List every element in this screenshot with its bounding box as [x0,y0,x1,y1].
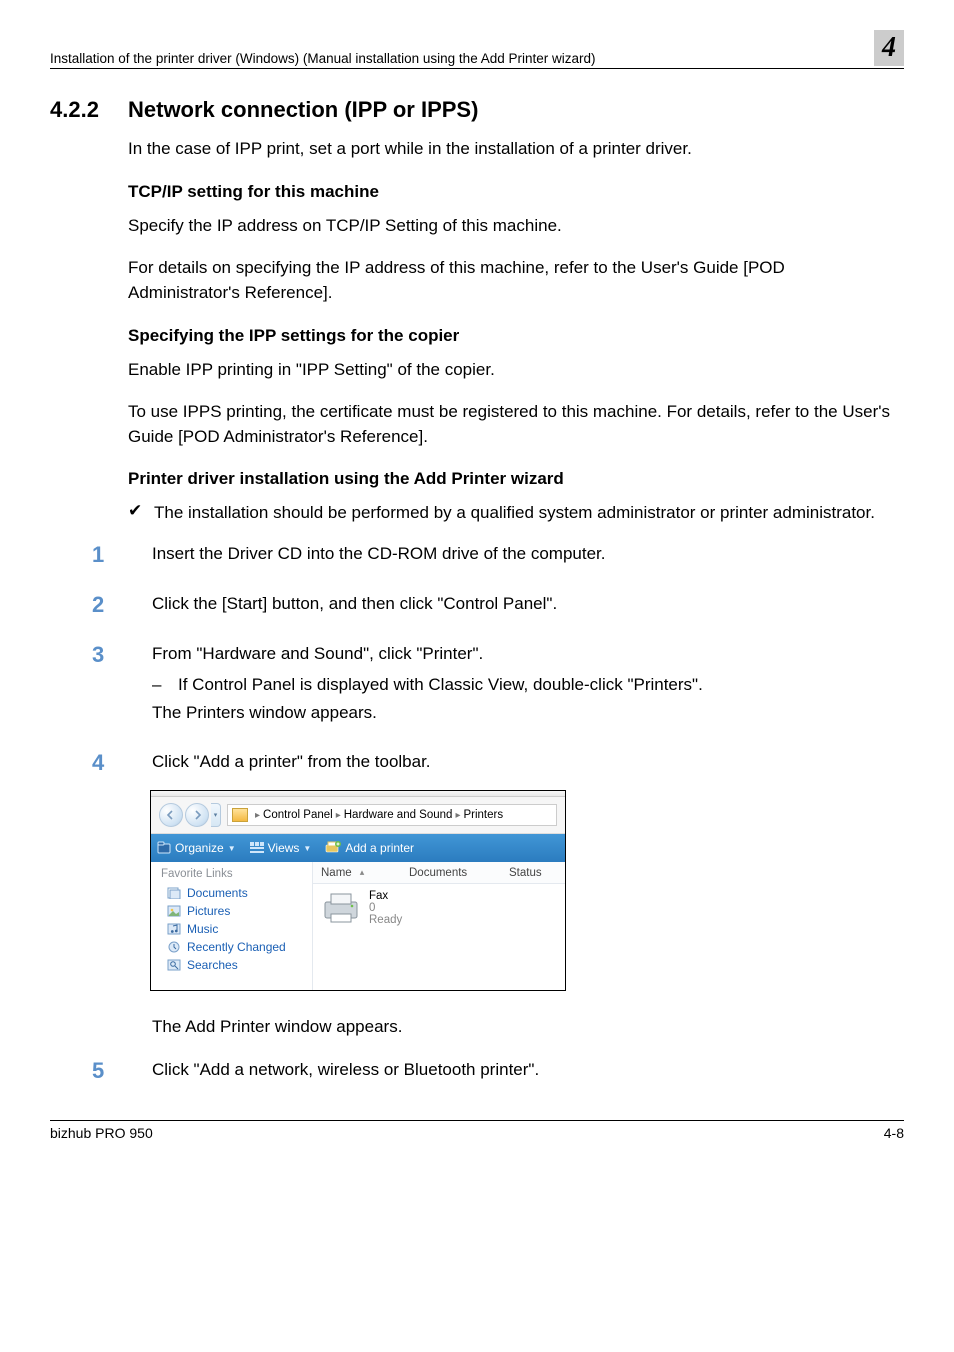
music-icon [167,923,181,935]
page-footer: bizhub PRO 950 4-8 [50,1120,904,1141]
views-button[interactable]: Views ▼ [250,841,312,855]
step-3: 3 From "Hardware and Sound", click "Prin… [92,642,894,726]
documents-icon [167,887,181,899]
wizard-heading: Printer driver installation using the Ad… [128,469,894,489]
section-intro: In the case of IPP print, set a port whi… [128,137,894,162]
step-number: 2 [92,592,152,618]
fav-label: Recently Changed [187,940,286,954]
fav-label: Searches [187,958,238,972]
step-2: 2 Click the [Start] button, and then cli… [92,592,894,618]
back-button[interactable] [159,803,183,827]
step-text: Click "Add a network, wireless or Blueto… [152,1058,539,1084]
printer-name: Fax [369,890,402,902]
step-text: Click "Add a printer" from the toolbar. [152,750,431,776]
fav-recently-changed[interactable]: Recently Changed [161,940,304,954]
fav-searches[interactable]: Searches [161,958,304,972]
address-bar: ▾ ▸ Control Panel ▸ Hardware and Sound ▸… [151,797,565,834]
add-a-printer-button[interactable]: Add a printer [325,841,414,855]
tcpip-p1: Specify the IP address on TCP/IP Setting… [128,214,894,239]
recent-icon [167,941,181,953]
fav-pictures[interactable]: Pictures [161,904,304,918]
step-note: If Control Panel is displayed with Class… [178,673,703,698]
organize-label: Organize [175,841,224,855]
prereq-text: The installation should be performed by … [154,501,875,526]
section-number: 4.2.2 [50,97,128,123]
chapter-number: 4 [882,32,896,64]
column-status[interactable]: Status [509,867,565,879]
step-number: 1 [92,542,152,568]
section-title: Network connection (IPP or IPPS) [128,97,478,123]
step-number: 5 [92,1058,152,1084]
toolbar: Organize ▼ Views ▼ Add a printer [151,834,565,862]
printer-doc-count: 0 [369,902,402,914]
fav-music[interactable]: Music [161,922,304,936]
crumb-hardware-sound[interactable]: Hardware and Sound [344,809,453,821]
ipp-heading: Specifying the IPP settings for the copi… [128,326,894,346]
fav-label: Documents [187,886,248,900]
organize-button[interactable]: Organize ▼ [157,841,236,855]
search-icon [167,959,181,971]
list-pane: Name ▴ Documents Status [313,862,565,990]
fav-documents[interactable]: Documents [161,886,304,900]
prereq-note: ✔ The installation should be performed b… [128,501,894,526]
chapter-tab: 4 [860,30,904,66]
printers-folder-icon [232,808,248,822]
ipp-p1: Enable IPP printing in "IPP Setting" of … [128,358,894,383]
step-number: 4 [92,750,152,776]
step-text: Click the [Start] button, and then click… [152,592,557,618]
pictures-icon [167,905,181,917]
forward-button[interactable] [185,803,209,827]
views-icon [250,842,264,854]
printer-status: Ready [369,914,402,926]
step-4: 4 Click "Add a printer" from the toolbar… [92,750,894,776]
views-label: Views [268,841,300,855]
footer-page: 4-8 [884,1125,904,1141]
breadcrumb[interactable]: ▸ Control Panel ▸ Hardware and Sound ▸ P… [227,804,557,826]
favorites-heading: Favorite Links [161,868,304,880]
chevron-right-icon: ▸ [455,810,460,821]
sort-asc-icon: ▴ [360,867,365,878]
printer-icon [319,890,363,926]
footer-product: bizhub PRO 950 [50,1125,153,1141]
chevron-right-icon: ▸ [336,810,341,821]
add-printer-icon [325,841,341,855]
chevron-right-icon: ▸ [255,810,260,821]
step-5: 5 Click "Add a network, wireless or Blue… [92,1058,894,1084]
chevron-down-icon: ▼ [303,844,311,853]
fav-label: Music [187,922,218,936]
step-text: From "Hardware and Sound", click "Printe… [152,642,703,667]
column-name[interactable]: Name ▴ [313,867,409,879]
section-heading: 4.2.2 Network connection (IPP or IPPS) [50,97,894,123]
printer-item[interactable]: Fax 0 Ready [313,884,565,954]
crumb-control-panel[interactable]: Control Panel [263,809,333,821]
step-text: Insert the Driver CD into the CD-ROM dri… [152,542,606,568]
column-documents[interactable]: Documents [409,867,509,879]
crumb-printers[interactable]: Printers [463,809,503,821]
nav-history-dropdown[interactable]: ▾ [211,803,221,827]
step-1: 1 Insert the Driver CD into the CD-ROM d… [92,542,894,568]
step-number: 3 [92,642,152,726]
organize-icon [157,841,171,855]
running-title: Installation of the printer driver (Wind… [50,51,596,66]
step-after: The Printers window appears. [152,701,703,726]
column-name-label: Name [321,867,352,879]
column-header-row: Name ▴ Documents Status [313,862,565,884]
checkmark-icon: ✔ [128,501,154,526]
tcpip-p2: For details on specifying the IP address… [128,256,894,305]
favorites-pane: Favorite Links Documents Pictures [151,862,313,990]
dash-icon: – [152,673,178,698]
ipp-p2: To use IPPS printing, the certificate mu… [128,400,894,449]
fav-label: Pictures [187,904,230,918]
running-header: Installation of the printer driver (Wind… [50,30,904,69]
add-printer-label: Add a printer [345,841,414,855]
chevron-down-icon: ▼ [228,844,236,853]
tcpip-heading: TCP/IP setting for this machine [128,182,894,202]
step4-after: The Add Printer window appears. [152,1015,894,1040]
printers-window: ▾ ▸ Control Panel ▸ Hardware and Sound ▸… [150,790,566,991]
